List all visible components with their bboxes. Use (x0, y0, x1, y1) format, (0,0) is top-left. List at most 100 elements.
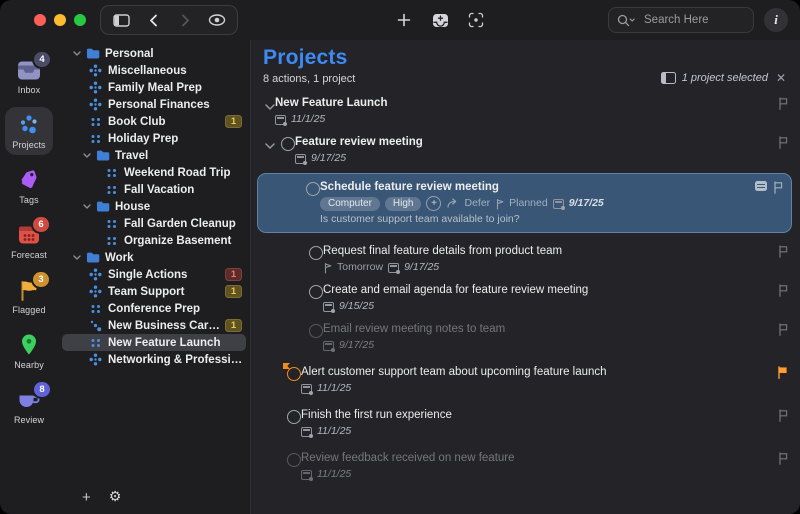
rail-item-flagged[interactable]: 3 Flagged (5, 272, 53, 320)
task-row-alert-customer-support[interactable]: Alert customer support team about upcomi… (263, 364, 788, 396)
back-button[interactable] (137, 7, 169, 33)
rail-item-projects[interactable]: Projects (5, 107, 53, 155)
task-row-finish-first-run[interactable]: Finish the first run experience 11/1/25 (263, 407, 788, 439)
tree-item-new-business-cards[interactable]: New Business Cards 1 (62, 317, 246, 334)
rail-item-forecast[interactable]: 6 Forecast (5, 217, 53, 265)
zoom-window-button[interactable] (74, 14, 86, 26)
flag-outline-icon[interactable] (778, 323, 788, 336)
due-date: 9/17/25 (404, 260, 439, 275)
tree-item-single-actions[interactable]: Single Actions 1 (62, 266, 246, 283)
search-icon (617, 14, 636, 27)
task-row-feature-review-meeting[interactable]: Feature review meeting 9/17/25 (263, 134, 788, 166)
task-row-new-feature-launch[interactable]: New Feature Launch 11/1/25 (263, 95, 788, 127)
new-action-button[interactable] (388, 7, 420, 33)
status-circle[interactable] (309, 246, 323, 260)
folder-icon (86, 48, 100, 59)
tree-folder-work[interactable]: Work (62, 249, 246, 266)
rail-item-tags[interactable]: Tags (5, 162, 53, 210)
tag-pill[interactable]: High (385, 197, 422, 211)
flag-outline-icon[interactable] (773, 181, 783, 194)
task-row-email-review-meeting-notes[interactable]: Email review meeting notes to team 9/17/… (263, 321, 788, 353)
status-circle[interactable] (309, 285, 323, 299)
project-grid-icon (106, 167, 118, 179)
tree-item-fall-garden-cleanup[interactable]: Fall Garden Cleanup (62, 215, 246, 232)
focus-button[interactable] (460, 7, 492, 33)
tree-folder-personal[interactable]: Personal (62, 45, 246, 62)
single-actions-icon (89, 64, 102, 77)
clear-selection-button[interactable]: ✕ (776, 71, 786, 85)
close-window-button[interactable] (34, 14, 46, 26)
project-grid-icon (90, 303, 102, 315)
flag-outline-icon[interactable] (778, 245, 788, 258)
rail-item-nearby[interactable]: Nearby (5, 327, 53, 375)
task-row-create-and-email-agenda[interactable]: Create and email agenda for feature revi… (263, 282, 788, 314)
toggle-sidebar-button[interactable] (105, 7, 137, 33)
status-circle-flagged[interactable] (287, 367, 301, 381)
task-row-request-final-feature-details[interactable]: Request final feature details from produ… (263, 243, 788, 275)
tree-item-book-club[interactable]: Book Club 1 (62, 113, 246, 130)
tree-item-new-feature-launch[interactable]: New Feature Launch (62, 334, 246, 351)
due-date: 9/15/25 (339, 299, 374, 314)
status-circle[interactable] (309, 324, 323, 338)
task-row-review-feedback[interactable]: Review feedback received on new feature … (263, 450, 788, 482)
tree-item-holiday-prep[interactable]: Holiday Prep (62, 130, 246, 147)
rail-item-inbox[interactable]: 4 Inbox (5, 52, 53, 100)
projects-icon (17, 113, 41, 137)
rail-item-review[interactable]: 8 Review (5, 382, 53, 430)
flag-outline-icon[interactable] (778, 409, 788, 422)
forward-button[interactable] (169, 7, 201, 33)
minimize-window-button[interactable] (54, 14, 66, 26)
tree-item-team-support[interactable]: Team Support 1 (62, 283, 246, 300)
tag-pill[interactable]: Computer (320, 197, 380, 211)
chevron-down-icon (73, 51, 81, 56)
flag-outline-icon[interactable] (778, 97, 788, 110)
tree-item-conference-prep[interactable]: Conference Prep (62, 300, 246, 317)
collapse-chevron-icon[interactable] (265, 97, 275, 115)
add-tag-button[interactable]: + (426, 196, 441, 211)
due-date: 11/1/25 (291, 112, 325, 127)
inspector-info-button[interactable]: i (764, 8, 788, 32)
planned-label: Tomorrow (337, 260, 383, 275)
tree-item-miscellaneous[interactable]: Miscellaneous (62, 62, 246, 79)
flag-solid-icon[interactable] (777, 366, 788, 379)
due-soon-badge: 1 (225, 115, 242, 128)
sidebar-settings-button[interactable] (109, 488, 122, 506)
chevron-down-icon (83, 153, 91, 158)
chevron-left-icon (149, 14, 158, 27)
flag-outline-icon[interactable] (778, 284, 788, 297)
perspective-rail: 4 Inbox Projects Tags 6 Forecast (0, 40, 58, 514)
tree-item-family-meal-prep[interactable]: Family Meal Prep (62, 79, 246, 96)
search-field[interactable] (608, 7, 754, 33)
overdue-badge: 1 (225, 268, 242, 281)
status-circle[interactable] (287, 453, 301, 467)
search-input[interactable] (642, 13, 745, 27)
tree-item-fall-vacation[interactable]: Fall Vacation (62, 181, 246, 198)
due-date-icon (275, 115, 286, 125)
main-header: Projects 8 actions, 1 project 1 project … (263, 46, 788, 85)
due-date-icon (295, 154, 306, 164)
add-project-button[interactable]: + (82, 490, 91, 505)
collapse-chevron-icon[interactable] (265, 136, 275, 154)
task-title: Feature review meeting (295, 134, 742, 150)
tree-item-personal-finances[interactable]: Personal Finances (62, 96, 246, 113)
flag-outline-icon[interactable] (778, 452, 788, 465)
tree-item-organize-basement[interactable]: Organize Basement (62, 232, 246, 249)
tree-item-networking-professional[interactable]: Networking & Professiona… (62, 351, 246, 368)
task-list: New Feature Launch 11/1/25 Feature re (263, 95, 788, 482)
tree-folder-travel[interactable]: Travel (62, 147, 246, 164)
due-date: 9/17/25 (311, 151, 346, 166)
tree-folder-house[interactable]: House (62, 198, 246, 215)
note-icon[interactable] (755, 181, 767, 191)
status-circle[interactable] (306, 182, 320, 196)
view-options-button[interactable] (201, 7, 233, 33)
flag-outline-icon[interactable] (778, 136, 788, 149)
inbox-add-icon (432, 13, 449, 28)
status-circle[interactable] (281, 137, 295, 151)
status-circle[interactable] (287, 410, 301, 424)
task-row-schedule-feature-review-meeting[interactable]: Schedule feature review meeting Computer… (257, 173, 792, 233)
selection-status-bar: 1 project selected ✕ (661, 71, 786, 85)
due-date-icon (323, 302, 334, 312)
defer-label: Defer (464, 196, 490, 211)
tree-item-weekend-road-trip[interactable]: Weekend Road Trip (62, 164, 246, 181)
add-to-inbox-button[interactable] (424, 7, 456, 33)
